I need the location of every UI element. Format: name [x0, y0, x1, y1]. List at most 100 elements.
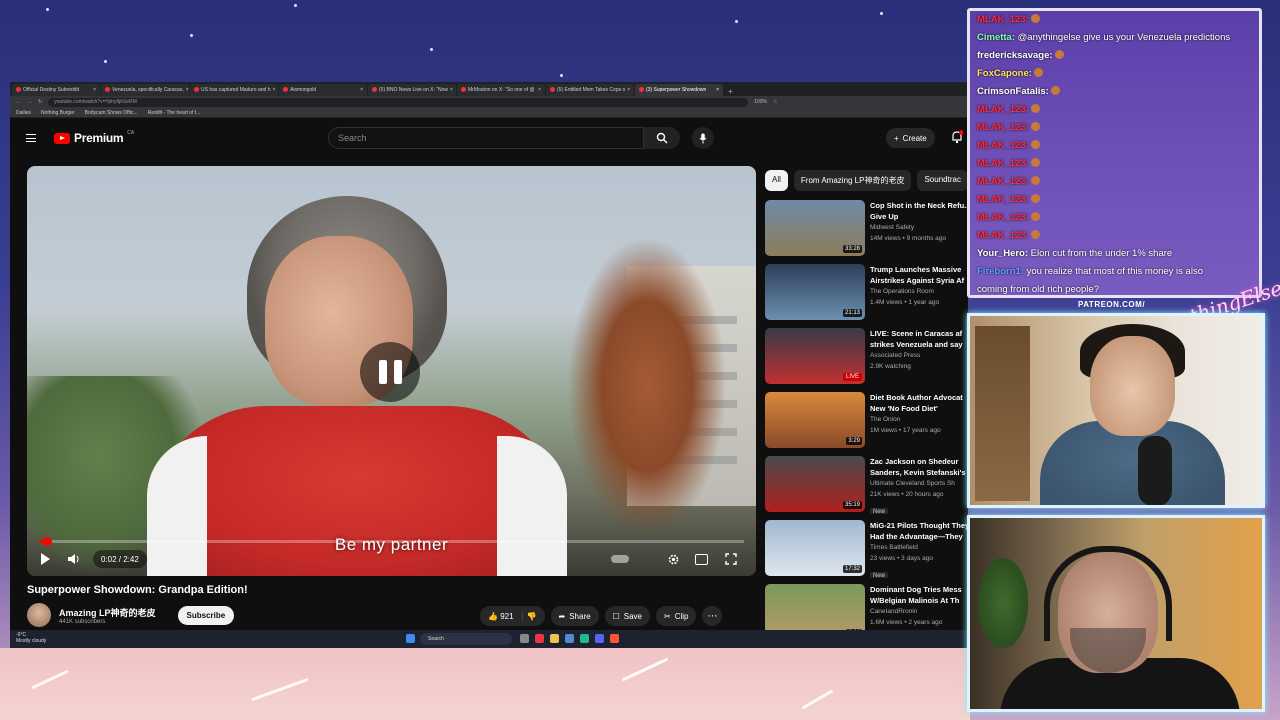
chat-username[interactable]: FoxCapone: [977, 68, 1032, 79]
reload-icon[interactable]: ↻ [38, 99, 42, 105]
like-button[interactable]: 👍 921 [488, 611, 523, 621]
share-button[interactable]: ➦ Share [550, 606, 599, 626]
recommended-video[interactable]: 17:32 MiG-21 Pilots Thought They Had the … [765, 520, 968, 578]
video-player[interactable]: Be my partner 0:02 / 2:42 [27, 166, 756, 576]
taskbar-search[interactable]: Search [420, 633, 512, 645]
recommended-video-title[interactable]: Trump Launches Massive Airstrikes Agains… [870, 264, 968, 286]
autoplay-toggle[interactable] [611, 550, 629, 568]
close-tab-icon[interactable]: × [360, 87, 363, 96]
channel-avatar[interactable] [27, 603, 51, 627]
play-button[interactable] [41, 550, 50, 568]
close-tab-icon[interactable]: × [93, 87, 96, 96]
forward-icon[interactable]: → [27, 99, 32, 105]
create-button[interactable]: + Create [886, 128, 935, 148]
chat-username[interactable]: MLAK_123: [977, 158, 1029, 169]
browser-tab[interactable]: (3) Superpower Showdown × [635, 84, 723, 96]
notifications-bell-icon[interactable] [951, 130, 963, 144]
browser-tab[interactable]: Aismongold × [279, 84, 367, 96]
close-tab-icon[interactable]: × [273, 87, 276, 96]
chat-username[interactable]: CrimsonFatalis: [977, 86, 1049, 97]
recommended-video-title[interactable]: LIVE: Scene in Caracas af strikes Venezu… [870, 328, 968, 350]
recommended-video-title[interactable]: Zac Jackson on Shedeur Sanders, Kevin St… [870, 456, 968, 478]
recommended-video-title[interactable]: Dominant Dog Tries Mess W/Belgian Malino… [870, 584, 968, 606]
chat-username[interactable]: MLAK_123: [977, 104, 1029, 115]
video-thumbnail[interactable]: 17:32 [765, 520, 865, 576]
zoom-indicator[interactable]: 100% [754, 99, 767, 105]
discord-icon[interactable] [595, 634, 604, 643]
bookmark-item[interactable]: Reddit - The heart of t... [148, 110, 201, 116]
recommended-video-channel[interactable]: Associated Press [870, 350, 968, 361]
recommended-video-channel[interactable]: Midwest Safety [870, 222, 968, 233]
recommended-video-channel[interactable]: The Onion [870, 414, 968, 425]
recommended-video-title[interactable]: MiG-21 Pilots Thought They Had the Advan… [870, 520, 968, 542]
chat-username[interactable]: MLAK_123: [977, 176, 1029, 187]
pause-overlay-icon[interactable] [360, 342, 420, 402]
youtube-logo[interactable]: Premium CA [54, 130, 134, 145]
recommended-video-channel[interactable]: Ultimate Cleveland Sports Sh [870, 478, 968, 489]
url-field[interactable]: youtube.com/watch?v=Yphy9jkSeRM [48, 97, 749, 107]
browser-tab[interactable]: US has captured Maduro and h × [190, 84, 278, 96]
clip-button[interactable]: ✂ Clip [655, 606, 697, 626]
recommended-video[interactable]: 35:19 Zac Jackson on Shedeur Sanders, Kev… [765, 456, 968, 514]
recommended-video-channel[interactable]: CaneIandRronin [870, 606, 968, 617]
chat-username[interactable]: MLAK_123: [977, 230, 1029, 241]
recommended-video[interactable]: 3:29 Diet Book Author Advocat New 'No Foo… [765, 392, 968, 450]
volume-button[interactable] [67, 550, 81, 568]
video-thumbnail[interactable]: LIVE [765, 328, 865, 384]
video-thumbnail[interactable]: 35:19 [765, 456, 865, 512]
progress-bar[interactable] [39, 537, 744, 546]
app-icon[interactable] [580, 634, 589, 643]
chat-username[interactable]: MLAK_123: [977, 194, 1029, 205]
recommended-video-channel[interactable]: The Operations Room [870, 286, 968, 297]
windows-start-icon[interactable] [406, 634, 415, 643]
search-input[interactable]: Search [328, 127, 644, 149]
task-view-icon[interactable] [520, 634, 529, 643]
browser-tab[interactable]: Venezuela, specifically Caracas, × [101, 84, 189, 96]
video-thumbnail[interactable]: 21:13 [765, 264, 865, 320]
recommended-video[interactable]: 21:13 Trump Launches Massive Airstrikes A… [765, 264, 968, 322]
recommended-video[interactable]: 33:28 Cop Shot in the Neck Refu... Give U… [765, 200, 968, 258]
fullscreen-button[interactable] [725, 550, 737, 568]
recommended-video-title[interactable]: Cop Shot in the Neck Refu... Give Up [870, 200, 968, 222]
chat-username[interactable]: Fireborn1: [977, 266, 1024, 277]
chat-username[interactable]: MLAK_123: [977, 212, 1029, 223]
video-thumbnail[interactable]: 33:28 [765, 200, 865, 256]
filter-chip[interactable]: Soundtrac [917, 170, 968, 191]
weather-widget[interactable]: -9°C Mostly cloudy [16, 632, 46, 644]
bookmark-star-icon[interactable]: ☆ [773, 99, 777, 105]
menu-icon[interactable] [26, 134, 36, 142]
app-icon[interactable] [535, 634, 544, 643]
chat-username[interactable]: Your_Hero: [977, 248, 1028, 259]
save-button[interactable]: ☐ Save [604, 606, 650, 626]
more-actions-icon[interactable]: ⋯ [702, 606, 723, 626]
filter-chip[interactable]: All [765, 170, 788, 191]
close-tab-icon[interactable]: × [186, 87, 189, 96]
bookmark-item[interactable]: Dailies [16, 110, 31, 116]
new-tab-icon[interactable]: + [724, 87, 737, 96]
miniplayer-button[interactable] [695, 550, 708, 568]
chat-username[interactable]: MLAK_123: [977, 140, 1029, 151]
search-button[interactable] [644, 127, 680, 149]
file-explorer-icon[interactable] [550, 634, 559, 643]
recommended-video-channel[interactable]: Times Battlefield [870, 542, 968, 553]
back-icon[interactable]: ← [16, 99, 21, 105]
close-tab-icon[interactable]: × [627, 87, 630, 96]
chrome-icon[interactable] [610, 634, 619, 643]
subscribe-button[interactable]: Subscribe [177, 605, 235, 625]
browser-tab[interactable]: MrMouton on X: "So one of @ × [457, 84, 545, 96]
chat-username[interactable]: MLAK_123: [977, 14, 1029, 25]
close-tab-icon[interactable]: × [716, 87, 719, 96]
settings-button[interactable] [667, 550, 680, 568]
bookmark-item[interactable]: Bodycam Shows Offic... [85, 110, 138, 116]
recommended-video[interactable]: LIVE LIVE: Scene in Caracas af strikes Ve… [765, 328, 968, 386]
filter-chip[interactable]: From Amazing LP神奇的老皮 [793, 170, 912, 191]
voice-search-button[interactable] [692, 127, 714, 149]
video-thumbnail[interactable]: 3:29 [765, 392, 865, 448]
app-icon[interactable] [565, 634, 574, 643]
chat-username[interactable]: Cimetta: [977, 32, 1015, 43]
browser-tab[interactable]: Official Destiny Subreddit × [12, 84, 100, 96]
chat-username[interactable]: fredericksavage: [977, 50, 1053, 61]
close-tab-icon[interactable]: × [450, 87, 453, 96]
channel-name[interactable]: Amazing LP神奇的老皮 [59, 606, 156, 619]
browser-tab[interactable]: (5) Entitled Mom Takes Cops o × [546, 84, 634, 96]
